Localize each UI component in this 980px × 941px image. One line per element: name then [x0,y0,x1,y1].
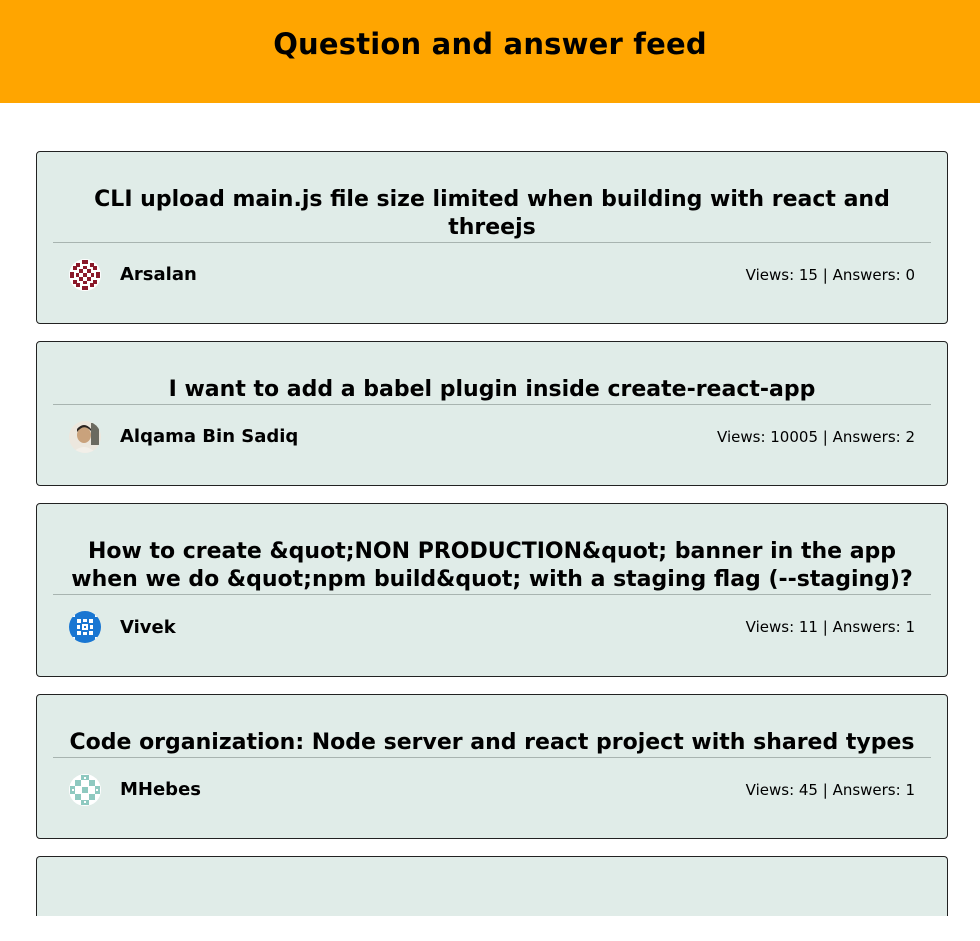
question-title[interactable]: I want to add a babel plugin inside crea… [53,372,931,405]
author-name[interactable]: Alqama Bin Sadiq [120,426,298,447]
author-name[interactable]: Arsalan [120,264,197,285]
question-card[interactable]: How to create &quot;NON PRODUCTION&quot;… [36,503,948,677]
question-feed: CLI upload main.js file size limited whe… [36,151,948,916]
question-title[interactable]: How to create &quot;NON PRODUCTION&quot;… [53,534,931,595]
avatar-identicon-icon [69,611,101,643]
question-title[interactable]: Code organization: Node server and react… [53,725,931,758]
author-info: Vivek [69,611,176,643]
question-stats: Views: 11 | Answers: 1 [745,618,915,636]
question-card[interactable] [36,856,948,916]
question-card[interactable]: Code organization: Node server and react… [36,694,948,839]
question-stats: Views: 45 | Answers: 1 [745,780,915,799]
avatar-identicon-icon [69,773,101,806]
avatar-user-photo-icon [69,420,101,453]
author-info: MHebes [69,773,201,806]
avatar-identicon-icon [69,258,101,291]
question-card[interactable]: I want to add a babel plugin inside crea… [36,341,948,486]
author-info: Alqama Bin Sadiq [69,420,298,453]
author-info: Arsalan [69,258,197,291]
page-header: Question and answer feed [0,0,980,103]
author-name[interactable]: Vivek [120,617,176,638]
question-card[interactable]: CLI upload main.js file size limited whe… [36,151,948,324]
question-stats: Views: 15 | Answers: 0 [745,265,915,284]
author-name[interactable]: MHebes [120,779,201,800]
page-title: Question and answer feed [273,26,707,61]
question-stats: Views: 10005 | Answers: 2 [717,427,915,446]
